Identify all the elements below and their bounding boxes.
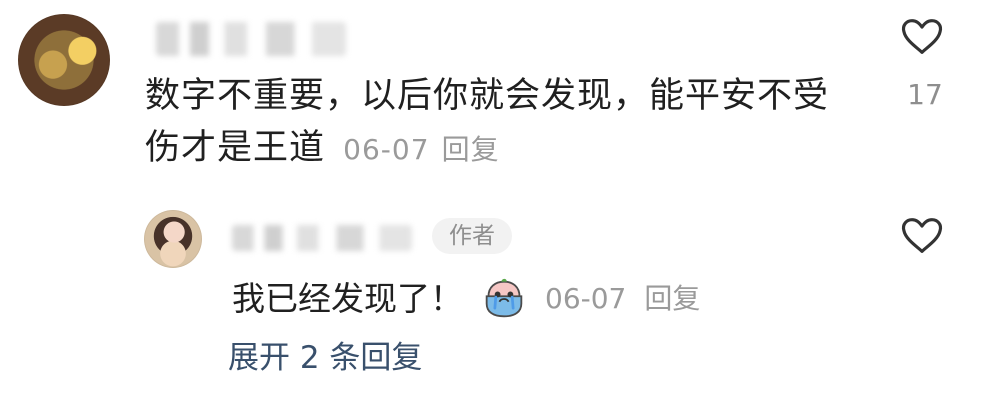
reply-like-heart-icon[interactable]: [900, 217, 944, 255]
comment-date: 06-07: [343, 133, 430, 166]
expand-replies-link[interactable]: 展开 2 条回复: [228, 343, 422, 374]
like-count: 17: [907, 78, 943, 111]
commenter-name[interactable]: [156, 22, 346, 56]
author-badge: 作者: [432, 218, 512, 254]
comment-reply-button[interactable]: 回复: [442, 133, 500, 166]
reply-reply-button[interactable]: 回复: [644, 285, 700, 313]
reply-body: 我已经发现了！ 06-07 回复: [232, 278, 700, 320]
author-name[interactable]: [232, 225, 412, 251]
reply-date: 06-07: [545, 282, 627, 315]
author-avatar[interactable]: [144, 210, 202, 268]
comment-body: 数字不重要，以后你就会发现，能平安不受伤才是王道 06-07 回复: [145, 70, 850, 174]
like-heart-icon[interactable]: [900, 18, 944, 56]
commenter-avatar[interactable]: [18, 14, 110, 106]
reply-text: 我已经发现了！: [232, 279, 463, 318]
crying-bowl-icon: [481, 278, 527, 320]
